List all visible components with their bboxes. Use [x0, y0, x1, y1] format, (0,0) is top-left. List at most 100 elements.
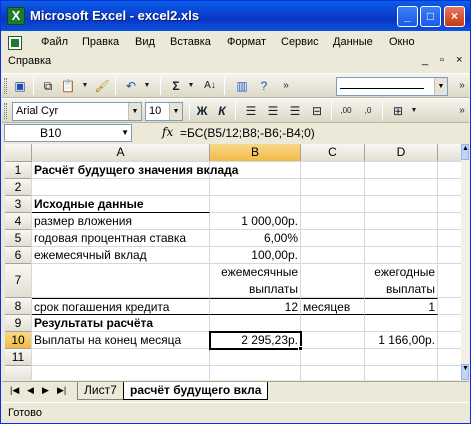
cell-b6[interactable]: 100,00р.	[210, 247, 301, 264]
toolbar-options-icon[interactable]: »	[454, 103, 470, 119]
copy-icon[interactable]: ⧉	[40, 78, 56, 94]
row-header[interactable]: 2	[5, 179, 32, 196]
borders-dropdown-icon[interactable]: ▼	[406, 103, 422, 119]
font-size-combo[interactable]: 10 ▼	[145, 102, 183, 121]
chevron-down-icon[interactable]: ▼	[434, 78, 447, 95]
cell-a9[interactable]: Результаты расчёта	[32, 315, 210, 332]
cell-c8[interactable]: месяцев	[301, 298, 365, 315]
cell-d10[interactable]: 1 166,00р.	[365, 332, 438, 349]
column-header-a[interactable]: A	[32, 144, 210, 162]
help-icon[interactable]: ?	[256, 78, 272, 94]
toolbar-grip[interactable]	[4, 103, 7, 119]
align-left-icon[interactable]: ☰	[243, 103, 259, 119]
cell-a5[interactable]: годовая процентная ставка	[32, 230, 210, 247]
maximize-button[interactable]: □	[420, 6, 441, 27]
column-header-d[interactable]: D	[365, 144, 438, 162]
name-box[interactable]: B10 ▼	[4, 124, 132, 142]
row-header[interactable]: 4	[5, 213, 32, 230]
merge-center-icon[interactable]: ⊟	[309, 103, 325, 119]
font-name-combo[interactable]: Arial Cyr ▼	[12, 102, 142, 121]
cell-b5[interactable]: 6,00%	[210, 230, 301, 247]
select-all-corner[interactable]	[5, 144, 32, 162]
row-header[interactable]: 3	[5, 196, 32, 213]
save-icon[interactable]: ▣	[12, 78, 28, 94]
sort-ascending-icon[interactable]: A↓	[202, 78, 218, 94]
cell-d7[interactable]: ежегодные выплаты	[365, 264, 438, 298]
undo-icon[interactable]: ↶	[123, 78, 139, 94]
cell-a3[interactable]: Исходные данные	[32, 196, 210, 213]
cell-a1[interactable]: Расчёт будущего значения вклада	[32, 162, 238, 179]
zoom-combo[interactable]: ▼	[336, 77, 448, 96]
insert-function-icon[interactable]: fx	[162, 125, 173, 139]
cell-a6[interactable]: ежемесячный вклад	[32, 247, 210, 264]
excel-app-icon[interactable]: X	[7, 7, 25, 25]
row-header[interactable]: 5	[5, 230, 32, 247]
align-right-icon[interactable]: ☰	[287, 103, 303, 119]
cell-a4[interactable]: размер вложения	[32, 213, 210, 230]
workbook-icon[interactable]	[8, 36, 22, 50]
chart-wizard-icon[interactable]: ▥	[234, 78, 250, 94]
menu-file[interactable]: Файл	[41, 36, 68, 48]
chevron-down-icon[interactable]: ▼	[169, 103, 182, 120]
row-header[interactable]: 6	[5, 247, 32, 264]
menu-edit[interactable]: Правка	[82, 36, 119, 48]
paste-dropdown-icon[interactable]: ▼	[77, 78, 93, 94]
chevron-down-icon[interactable]: ▼	[121, 125, 129, 141]
bold-button[interactable]: Ж	[194, 103, 210, 119]
last-sheet-icon[interactable]: ▶|	[57, 385, 66, 396]
first-sheet-icon[interactable]: |◀	[10, 385, 19, 396]
formula-input[interactable]: =БС(B5/12;B8;-B6;-B4;0)	[180, 124, 315, 142]
row-header[interactable]: 10	[5, 332, 32, 349]
doc-restore-button[interactable]: ▫	[440, 54, 444, 66]
title-bar[interactable]: X Microsoft Excel - excel2.xls _ □ ×	[1, 1, 470, 31]
increase-decimal-icon[interactable]: ,00	[338, 103, 354, 119]
active-cell-selection[interactable]	[209, 331, 302, 350]
menu-tools[interactable]: Сервис	[281, 36, 319, 48]
menu-window[interactable]: Окно	[389, 36, 415, 48]
menu-data[interactable]: Данные	[333, 36, 373, 48]
vertical-scrollbar[interactable]: ▲ ▼	[461, 144, 469, 380]
fill-handle[interactable]	[298, 346, 303, 351]
cell-a10[interactable]: Выплаты на конец месяца	[32, 332, 210, 349]
autosum-dropdown-icon[interactable]: ▼	[183, 78, 199, 94]
scroll-up-icon[interactable]: ▲	[461, 144, 469, 160]
italic-button[interactable]: К	[214, 103, 230, 119]
decrease-decimal-icon[interactable]: ,0	[360, 103, 376, 119]
row-header[interactable]	[5, 366, 32, 380]
doc-close-button[interactable]: ×	[456, 54, 462, 66]
column-header-e[interactable]	[438, 144, 461, 162]
autosum-icon[interactable]: Σ	[168, 78, 184, 94]
menu-view[interactable]: Вид	[135, 36, 155, 48]
cell-b4[interactable]: 1 000,00р.	[210, 213, 301, 230]
worksheet-grid[interactable]: A B C D 1 2 3 4 5 6 7 8 9 10 11 Расчёт б…	[5, 144, 461, 380]
format-painter-icon[interactable]: 🖌	[94, 78, 110, 94]
paste-icon[interactable]: 📋	[60, 78, 76, 94]
row-header[interactable]: 11	[5, 349, 32, 366]
close-button[interactable]: ×	[444, 6, 465, 27]
toolbar-grip[interactable]	[4, 78, 7, 94]
sheet-tab-list7[interactable]: Лист7	[77, 382, 124, 400]
row-header[interactable]: 7	[5, 264, 32, 298]
menu-help[interactable]: Справка	[8, 55, 51, 67]
column-header-b[interactable]: B	[210, 144, 301, 162]
borders-icon[interactable]: ⊞	[390, 103, 406, 119]
row-header[interactable]: 9	[5, 315, 32, 332]
column-header-c[interactable]: C	[301, 144, 365, 162]
row-header[interactable]: 1	[5, 162, 32, 179]
doc-minimize-button[interactable]: _	[422, 54, 428, 66]
scroll-down-icon[interactable]: ▼	[461, 364, 469, 380]
minimize-button[interactable]: _	[397, 6, 418, 27]
next-sheet-icon[interactable]: ▶	[42, 385, 49, 396]
sheet-tab-active[interactable]: расчёт будущего вкла	[123, 382, 269, 400]
cell-b8[interactable]: 12	[210, 298, 301, 315]
toolbar-options-icon[interactable]: »	[278, 78, 294, 94]
prev-sheet-icon[interactable]: ◀	[27, 385, 34, 396]
menu-insert[interactable]: Вставка	[170, 36, 211, 48]
align-center-icon[interactable]: ☰	[265, 103, 281, 119]
toolbar-options-icon-2[interactable]: »	[454, 78, 470, 94]
row-header[interactable]: 8	[5, 298, 32, 315]
cell-b7[interactable]: ежемесячные выплаты	[210, 264, 301, 298]
undo-dropdown-icon[interactable]: ▼	[139, 78, 155, 94]
chevron-down-icon[interactable]: ▼	[128, 103, 141, 120]
menu-format[interactable]: Формат	[227, 36, 266, 48]
